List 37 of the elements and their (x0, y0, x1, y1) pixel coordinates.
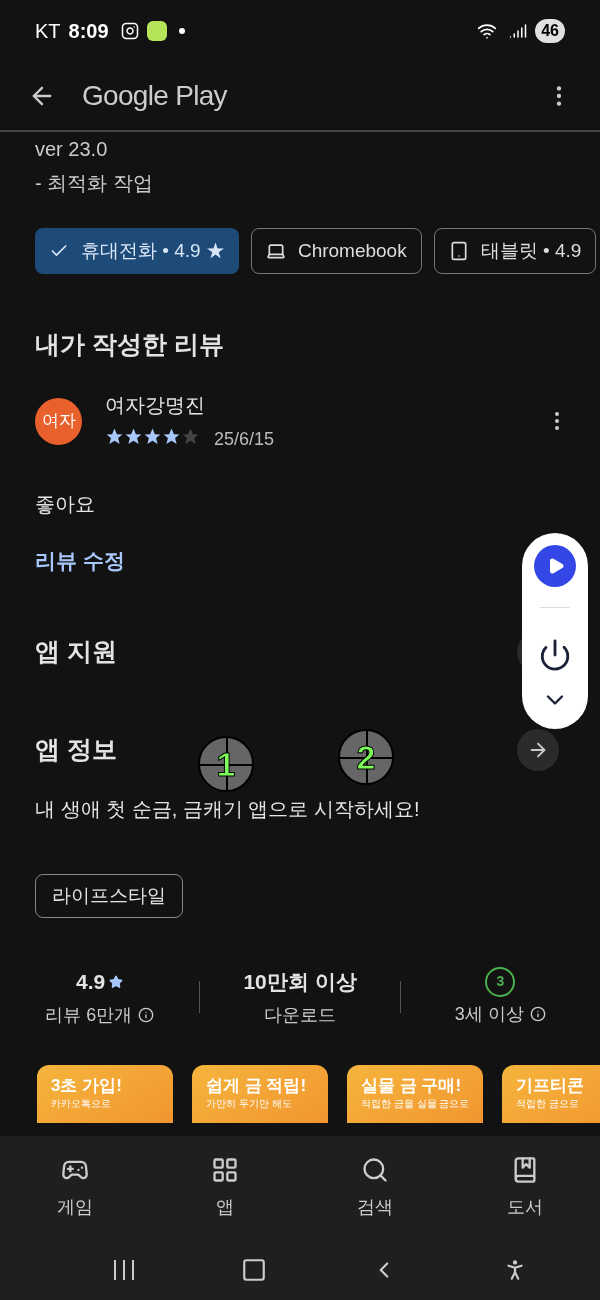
nav-tab[interactable]: 게임 (0, 1155, 150, 1221)
device-chip[interactable]: Chromebook (250, 228, 422, 274)
nav-tab[interactable]: 도서 (450, 1155, 600, 1221)
carrier: KT (35, 19, 61, 44)
battery-level: 46 (535, 19, 565, 43)
nav-tab[interactable]: 검색 (300, 1155, 450, 1221)
nav-tab[interactable]: 앱 (150, 1155, 300, 1221)
stat-value: 10만회 이상 (243, 969, 357, 995)
stat-value: 4.9 (76, 969, 106, 995)
section-heading: 앱 지원 (35, 636, 117, 668)
screenshot-caption: 적립한 금을 실물 금으로 (361, 1096, 470, 1111)
category-chip[interactable]: 라이프스타일 (35, 874, 183, 918)
screenshot-title: 쉽게 금 적립! (206, 1074, 307, 1096)
clock: 8:09 (68, 19, 109, 44)
device-chip[interactable]: 휴대전화 • 4.9 ★ (35, 228, 239, 274)
screenshot-caption: 적립한 금으로 (516, 1096, 579, 1111)
section-heading: 내가 작성한 리뷰 (35, 329, 225, 360)
stat-label: 다운로드 (264, 1003, 336, 1027)
release-note: ver 23.0 (35, 137, 109, 162)
device-chip[interactable]: 태블릿 • 4.9 (433, 228, 597, 274)
screenshot-title: 실물 금 구매! (361, 1074, 462, 1096)
section-heading: 앱 정보 (35, 734, 117, 766)
stat-label: 3세 이상 (454, 1002, 524, 1026)
release-note: - 최적화 작업 (35, 171, 154, 196)
review-date: 25/6/15 (214, 427, 275, 451)
app-title: Google Play (82, 79, 227, 113)
stat-label: 리뷰 6만개 (45, 1003, 133, 1027)
review-text: 좋아요 (35, 491, 96, 517)
screenshot-title: 기프티콘 (516, 1074, 584, 1096)
app-description: 내 생애 첫 순금, 금캐기 앱으로 시작하세요! (35, 797, 421, 822)
reviewer-name: 여자강명진 (105, 392, 206, 418)
avatar: 여자 (35, 397, 82, 445)
screenshot-caption: 가만히 두기만 해도 (206, 1096, 292, 1111)
screenshot-title: 3초 가입! (51, 1074, 122, 1096)
screenshot-caption: 카카오톡으로 (51, 1096, 111, 1111)
age-rating-badge: 3 (485, 966, 516, 997)
edit-review-link[interactable]: 리뷰 수정 (35, 544, 125, 576)
